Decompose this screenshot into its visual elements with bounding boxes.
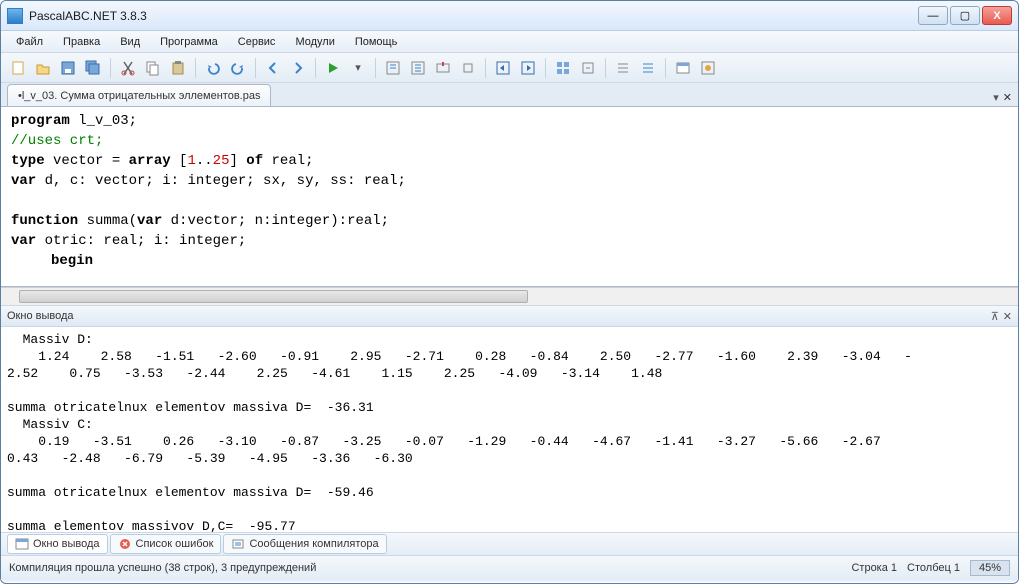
menubar: Файл Правка Вид Программа Сервис Модули … (1, 31, 1018, 53)
horizontal-scrollbar[interactable] (1, 287, 1018, 305)
status-zoom[interactable]: 45% (970, 560, 1010, 576)
window-controls: — ▢ X (918, 6, 1012, 25)
statusbar: Компиляция прошла успешно (38 строк), 3 … (1, 556, 1018, 580)
bottom-tabs: Окно вывода Список ошибок Сообщения комп… (1, 532, 1018, 556)
new-file-icon[interactable] (7, 57, 29, 79)
paste-icon[interactable] (167, 57, 189, 79)
run-dropdown-icon[interactable]: ▾ (347, 57, 369, 79)
outdent-icon[interactable] (492, 57, 514, 79)
status-col: Столбец 1 (907, 562, 960, 574)
tab-compiler[interactable]: Сообщения компилятора (223, 534, 386, 554)
uncomment-icon[interactable] (612, 57, 634, 79)
close-button[interactable]: X (982, 6, 1012, 25)
toolbar-separator (315, 58, 316, 78)
menu-help[interactable]: Помощь (346, 33, 407, 51)
toolbar-separator (195, 58, 196, 78)
minimize-button[interactable]: — (918, 6, 948, 25)
pin-icon[interactable]: ⊼ (991, 310, 999, 323)
save-all-icon[interactable] (82, 57, 104, 79)
run-icon[interactable] (322, 57, 344, 79)
nav-fwd-icon[interactable] (287, 57, 309, 79)
output-panel-title: Окно вывода (7, 310, 74, 322)
code-text: //uses crt; (11, 133, 103, 149)
error-icon (118, 537, 132, 551)
toolbar-separator (375, 58, 376, 78)
tab-errors[interactable]: Список ошибок (110, 534, 222, 554)
cut-icon[interactable] (117, 57, 139, 79)
status-line: Строка 1 (851, 562, 897, 574)
app-icon (7, 8, 23, 24)
main-window: PascalABC.NET 3.8.3 — ▢ X Файл Правка Ви… (0, 0, 1019, 584)
menu-view[interactable]: Вид (111, 33, 149, 51)
design-icon[interactable] (672, 57, 694, 79)
titlebar[interactable]: PascalABC.NET 3.8.3 — ▢ X (1, 1, 1018, 31)
step-into-icon[interactable] (382, 57, 404, 79)
stop-icon[interactable] (457, 57, 479, 79)
status-message: Компиляция прошла успешно (38 строк), 3 … (9, 562, 316, 574)
toolbar-separator (110, 58, 111, 78)
toolbar: ▾ (1, 53, 1018, 83)
toolbar-separator (485, 58, 486, 78)
editor-tab[interactable]: •l_v_03. Сумма отрицательных эллементов.… (7, 84, 271, 106)
collapse-icon[interactable] (577, 57, 599, 79)
code-text: program (11, 113, 70, 129)
output-icon (15, 537, 29, 551)
toolbar-separator (605, 58, 606, 78)
format-icon[interactable] (552, 57, 574, 79)
open-file-icon[interactable] (32, 57, 54, 79)
undo-icon[interactable] (202, 57, 224, 79)
toolbar-separator (665, 58, 666, 78)
scrollbar-thumb[interactable] (19, 290, 528, 303)
nav-back-icon[interactable] (262, 57, 284, 79)
tab-close-icon[interactable]: ✕ (1003, 91, 1012, 104)
maximize-button[interactable]: ▢ (950, 6, 980, 25)
menu-service[interactable]: Сервис (229, 33, 285, 51)
save-icon[interactable] (57, 57, 79, 79)
indent-icon[interactable] (517, 57, 539, 79)
compiler-icon (231, 537, 245, 551)
menu-file[interactable]: Файл (7, 33, 52, 51)
tab-dropdown-icon[interactable]: ▾ (993, 91, 999, 104)
toolbar-separator (255, 58, 256, 78)
code-editor[interactable]: program l_v_03; //uses crt; type vector … (1, 107, 1018, 287)
class-view-icon[interactable] (697, 57, 719, 79)
output-panel-header[interactable]: Окно вывода ⊼ ✕ (1, 305, 1018, 327)
menu-program[interactable]: Программа (151, 33, 227, 51)
output-text: Massiv D: 1.24 2.58 -1.51 -2.60 -0.91 2.… (7, 332, 912, 532)
step-out-icon[interactable] (432, 57, 454, 79)
comment-icon[interactable] (637, 57, 659, 79)
tabbar: •l_v_03. Сумма отрицательных эллементов.… (1, 83, 1018, 107)
window-title: PascalABC.NET 3.8.3 (29, 9, 147, 23)
output-panel[interactable]: Massiv D: 1.24 2.58 -1.51 -2.60 -0.91 2.… (1, 327, 1018, 532)
copy-icon[interactable] (142, 57, 164, 79)
tab-output[interactable]: Окно вывода (7, 534, 108, 554)
panel-close-icon[interactable]: ✕ (1003, 310, 1012, 323)
menu-modules[interactable]: Модули (286, 33, 343, 51)
toolbar-separator (545, 58, 546, 78)
redo-icon[interactable] (227, 57, 249, 79)
step-over-icon[interactable] (407, 57, 429, 79)
menu-edit[interactable]: Правка (54, 33, 109, 51)
